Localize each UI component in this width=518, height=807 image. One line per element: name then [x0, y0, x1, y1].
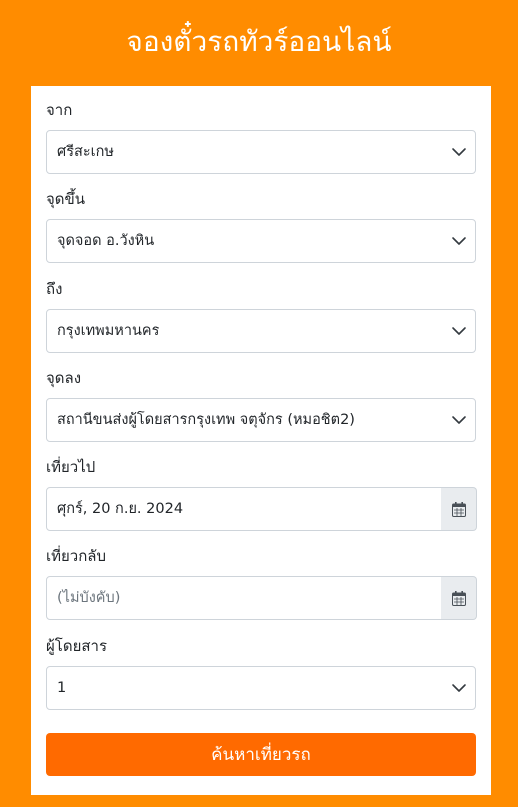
chevron-down-icon [452, 148, 466, 156]
search-trips-button[interactable]: ค้นหาเที่ยวรถ [46, 733, 476, 776]
to-select[interactable]: กรุงเทพมหานคร [46, 309, 476, 353]
depart-date-input[interactable]: ศุกร์, 20 ก.ย. 2024 [46, 487, 442, 531]
calendar-icon [452, 591, 466, 606]
from-select[interactable]: ศรีสะเกษ [46, 130, 476, 174]
passengers-label: ผู้โดยสาร [46, 637, 108, 655]
from-label: จาก [46, 101, 73, 119]
to-label: ถึง [46, 280, 63, 298]
calendar-icon [452, 502, 466, 517]
pickup-label: จุดขึ้น [46, 190, 86, 208]
page-title: จองตั๋วรถทัวร์ออนไลน์ [126, 25, 392, 58]
dropoff-select-value: สถานีขนส่งผู้โดยสารกรุงเทพ จตุจักร (หมอช… [57, 412, 355, 428]
chevron-down-icon [452, 327, 466, 335]
return-label: เที่ยวกลับ [46, 547, 107, 565]
dropoff-label: จุดลง [46, 369, 82, 387]
chevron-down-icon [452, 684, 466, 692]
pickup-select-value: จุดจอด อ.วังหิน [57, 233, 155, 249]
pickup-select[interactable]: จุดจอด อ.วังหิน [46, 219, 476, 263]
depart-calendar-button[interactable] [441, 487, 477, 531]
passengers-select-value: 1 [57, 680, 67, 696]
depart-label: เที่ยวไป [46, 458, 96, 476]
dropoff-select[interactable]: สถานีขนส่งผู้โดยสารกรุงเทพ จตุจักร (หมอช… [46, 398, 476, 442]
passengers-select[interactable]: 1 [46, 666, 476, 710]
return-calendar-button[interactable] [441, 576, 477, 620]
from-select-value: ศรีสะเกษ [57, 144, 114, 160]
chevron-down-icon [452, 416, 466, 424]
to-select-value: กรุงเทพมหานคร [57, 323, 160, 339]
chevron-down-icon [452, 237, 466, 245]
booking-form: จาก ศรีสะเกษ จุดขึ้น จุดจอด อ.วังหิน ถึง… [31, 86, 491, 795]
depart-date-value: ศุกร์, 20 ก.ย. 2024 [57, 501, 184, 517]
return-date-input[interactable]: (ไม่บังคับ) [46, 576, 442, 620]
return-date-placeholder: (ไม่บังคับ) [57, 590, 121, 606]
